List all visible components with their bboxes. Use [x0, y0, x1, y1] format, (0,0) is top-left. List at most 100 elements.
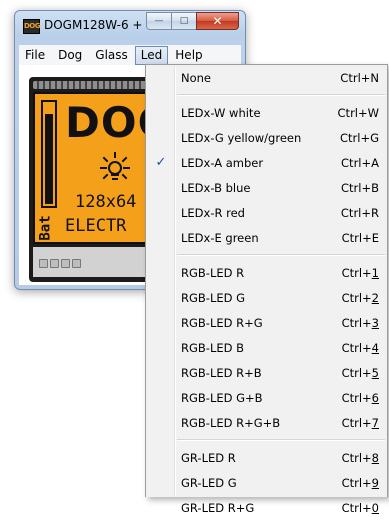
- menu-item-rgb-led-r-b[interactable]: RGB-LED R+B Ctrl+5: [146, 360, 387, 385]
- shortcut-key: 9: [371, 475, 379, 490]
- battery-gauge: [41, 100, 57, 208]
- menu-item-ledx-g-yellow-green[interactable]: LEDx-G yellow/green Ctrl+G: [146, 125, 387, 150]
- title-bar[interactable]: DOG DOGM128W-6 + LED55x46... — □ ✕: [15, 11, 245, 41]
- app-icon[interactable]: DOG: [23, 19, 41, 34]
- shortcut-key: 6: [371, 390, 379, 405]
- shortcut-modifier: Ctrl+: [341, 315, 372, 330]
- battery-label-text: Bat: [37, 215, 54, 241]
- menu-item-label: RGB-LED R+G: [181, 315, 263, 330]
- menu-item-shortcut: Ctrl+6: [342, 391, 379, 405]
- menu-item-gr-led-r[interactable]: GR-LED R Ctrl+8: [146, 445, 387, 470]
- pin: [39, 259, 48, 268]
- menu-item-shortcut: Ctrl+W: [337, 105, 379, 120]
- maximize-icon: □: [179, 16, 189, 26]
- menu-item-label: RGB-LED R+G+B: [181, 415, 281, 430]
- menu-item-shortcut: Ctrl+G: [339, 130, 379, 145]
- menu-item-label: GR-LED R: [181, 450, 236, 465]
- shortcut-modifier: Ctrl+: [341, 415, 372, 430]
- menu-led[interactable]: Led: [134, 45, 169, 65]
- menu-bar: File Dog Glass Led Help: [19, 45, 241, 65]
- shortcut-key: 7: [371, 415, 379, 430]
- menu-item-rgb-led-g[interactable]: RGB-LED G Ctrl+2: [146, 285, 387, 310]
- menu-item-label: RGB-LED R+B: [181, 365, 262, 380]
- menu-item-rgb-led-r-g-b[interactable]: RGB-LED R+G+B Ctrl+7: [146, 410, 387, 435]
- menu-separator: [177, 94, 385, 96]
- shortcut-modifier: Ctrl+: [341, 450, 372, 465]
- shortcut-modifier: Ctrl+: [341, 390, 372, 405]
- menu-item-shortcut: Ctrl+4: [342, 341, 379, 355]
- menu-item-rgb-led-r[interactable]: RGB-LED R Ctrl+1: [146, 260, 387, 285]
- menu-item-ledx-a-amber[interactable]: ✓ LEDx-A amber Ctrl+A: [146, 150, 387, 175]
- shortcut-modifier: Ctrl+: [341, 265, 372, 280]
- shortcut-modifier: Ctrl+: [341, 475, 372, 490]
- pin: [72, 259, 81, 268]
- shortcut-key: 2: [371, 290, 379, 305]
- shortcut-key: 4: [371, 340, 379, 355]
- menu-item-ledx-r-red[interactable]: LEDx-R red Ctrl+R: [146, 200, 387, 225]
- shortcut-key: 0: [371, 500, 379, 515]
- menu-item-shortcut: Ctrl+3: [342, 316, 379, 330]
- menu-item-shortcut: Ctrl+A: [341, 155, 379, 170]
- menu-item-shortcut: Ctrl+0: [342, 501, 379, 515]
- menu-item-label: GR-LED R+G: [181, 500, 255, 515]
- menu-item-ledx-e-green[interactable]: LEDx-E green Ctrl+E: [146, 225, 387, 250]
- menu-item-none[interactable]: None Ctrl+N: [146, 65, 387, 90]
- close-button[interactable]: ✕: [196, 12, 239, 30]
- menu-separator: [177, 439, 385, 441]
- shortcut-key: 1: [371, 265, 379, 280]
- menu-item-rgb-led-b[interactable]: RGB-LED B Ctrl+4: [146, 335, 387, 360]
- menu-item-shortcut: Ctrl+R: [340, 205, 379, 220]
- menu-item-shortcut: Ctrl+N: [340, 70, 379, 85]
- shortcut-key: 8: [371, 450, 379, 465]
- menu-item-label: RGB-LED R: [181, 265, 245, 280]
- menu-item-label: LEDx-W white: [181, 105, 261, 120]
- shortcut-modifier: Ctrl+: [341, 290, 372, 305]
- shortcut-modifier: Ctrl+: [341, 500, 372, 515]
- caption-buttons: — □ ✕: [146, 12, 239, 31]
- shortcut-key: 3: [371, 315, 379, 330]
- maximize-button[interactable]: □: [171, 12, 197, 30]
- menu-item-shortcut: Ctrl+1: [342, 266, 379, 280]
- menu-item-shortcut: Ctrl+E: [341, 230, 379, 245]
- menu-item-label: RGB-LED G+B: [181, 390, 263, 405]
- menu-item-shortcut: Ctrl+9: [342, 476, 379, 490]
- menu-item-label: LEDx-G yellow/green: [181, 130, 302, 145]
- menu-item-label: LEDx-A amber: [181, 155, 264, 170]
- battery-gauge-fill: [45, 114, 53, 204]
- shortcut-modifier: Ctrl+: [341, 365, 372, 380]
- menu-item-label: None: [181, 70, 212, 85]
- battery-label: Bat: [38, 212, 60, 242]
- menu-item-rgb-led-g-b[interactable]: RGB-LED G+B Ctrl+6: [146, 385, 387, 410]
- menu-item-rgb-led-r-g[interactable]: RGB-LED R+G Ctrl+3: [146, 310, 387, 335]
- menu-item-shortcut: Ctrl+5: [342, 366, 379, 380]
- menu-item-shortcut: Ctrl+B: [341, 180, 379, 195]
- menu-item-gr-led-r-g[interactable]: GR-LED R+G Ctrl+0: [146, 495, 387, 520]
- lcd-brand-text: ELECTR: [65, 216, 127, 236]
- menu-item-shortcut: Ctrl+8: [342, 451, 379, 465]
- menu-file[interactable]: File: [19, 46, 51, 65]
- menu-item-label: LEDx-E green: [181, 230, 259, 245]
- menu-item-shortcut: Ctrl+7: [342, 416, 379, 430]
- menu-item-label: RGB-LED G: [181, 290, 246, 305]
- minimize-button[interactable]: —: [146, 12, 172, 30]
- pin: [61, 259, 70, 268]
- pin: [50, 259, 59, 268]
- menu-help[interactable]: Help: [169, 46, 208, 65]
- menu-item-ledx-w-white[interactable]: LEDx-W white Ctrl+W: [146, 100, 387, 125]
- menu-item-label: RGB-LED B: [181, 340, 245, 355]
- menu-item-label: LEDx-B blue: [181, 180, 251, 195]
- shortcut-key: 5: [371, 365, 379, 380]
- lightbulb-icon: [100, 152, 130, 180]
- led-menu-dropdown: None Ctrl+N LEDx-W white Ctrl+W LEDx-G yello…: [145, 64, 388, 515]
- menu-dog[interactable]: Dog: [52, 46, 88, 65]
- menu-item-shortcut: Ctrl+2: [342, 291, 379, 305]
- minimize-icon: —: [154, 16, 164, 26]
- menu-item-ledx-b-blue[interactable]: LEDx-B blue Ctrl+B: [146, 175, 387, 200]
- lcd-size-text: 128x64: [75, 192, 137, 212]
- checkmark-icon: ✓: [155, 155, 167, 170]
- close-icon: ✕: [212, 14, 223, 28]
- menu-item-gr-led-g[interactable]: GR-LED G Ctrl+9: [146, 470, 387, 495]
- menu-item-label: GR-LED G: [181, 475, 237, 490]
- menu-item-label: LEDx-R red: [181, 205, 245, 220]
- menu-glass[interactable]: Glass: [89, 46, 134, 65]
